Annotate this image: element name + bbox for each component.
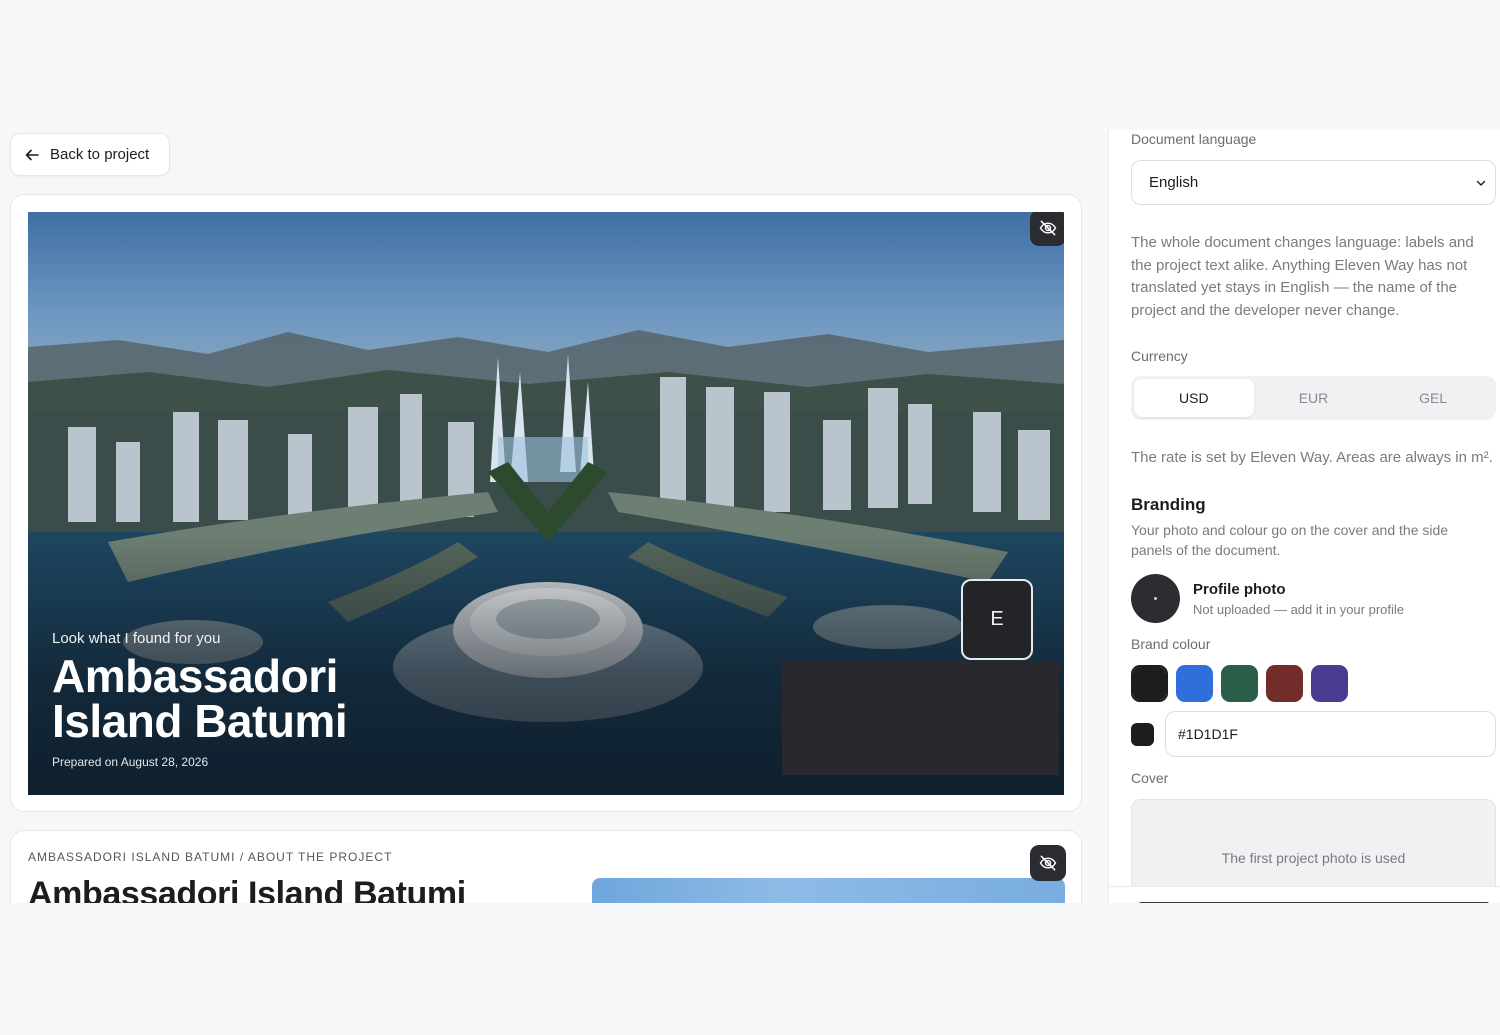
eye-off-icon — [1039, 220, 1057, 236]
currency-label: Currency — [1131, 348, 1188, 364]
colour-swatch-purple[interactable] — [1311, 665, 1348, 702]
document-language-value: English — [1149, 174, 1199, 191]
back-to-project-label: Back to project — [50, 146, 150, 163]
cover-date: Prepared on August 28, 2026 — [52, 755, 209, 769]
cover-kicker: Look what I found for you — [52, 630, 221, 647]
branding-help: Your photo and colour go on the cover an… — [1131, 522, 1449, 558]
custom-colour-preview[interactable] — [1131, 723, 1154, 746]
cover-label: Cover — [1131, 770, 1169, 786]
chevron-down-icon — [1476, 180, 1486, 186]
hide-cover-button[interactable] — [1030, 212, 1064, 246]
about-photo — [592, 878, 1065, 903]
eye-off-icon — [1039, 855, 1057, 871]
colour-swatch-green[interactable] — [1221, 665, 1258, 702]
brand-side-panel — [782, 661, 1059, 775]
colour-swatch-blue[interactable] — [1176, 665, 1213, 702]
viewport: Back to project Look what I found for yo… — [0, 0, 1500, 903]
about-title: Ambassadori Island Batumi — [28, 875, 466, 903]
document-language-label: Document language — [1131, 131, 1257, 147]
profile-photo-title: Profile photo — [1193, 581, 1286, 598]
save-button-edge[interactable] — [1139, 902, 1489, 903]
document-language-select[interactable]: English — [1131, 160, 1496, 205]
settings-panel: Document language English The whole docu… — [1108, 130, 1500, 903]
colour-swatch-red[interactable] — [1266, 665, 1303, 702]
brand-badge: E — [961, 579, 1033, 660]
arrow-left-icon — [25, 149, 39, 160]
colour-swatch-black[interactable] — [1131, 665, 1168, 702]
hide-about-button[interactable] — [1030, 845, 1066, 881]
about-section-card: AMBASSADORI ISLAND BATUMI / ABOUT THE PR… — [10, 830, 1082, 903]
hex-colour-input[interactable]: #1D1D1F — [1165, 711, 1496, 757]
currency-option-usd[interactable]: USD — [1134, 379, 1254, 417]
currency-option-eur[interactable]: EUR — [1254, 379, 1374, 417]
document-language-help: The whole document changes language: lab… — [1131, 234, 1474, 319]
cover-title: Ambassadori Island Batumi — [52, 650, 348, 747]
breadcrumb: AMBASSADORI ISLAND BATUMI / ABOUT THE PR… — [28, 850, 393, 864]
currency-segmented-control: USD EUR GEL — [1131, 376, 1496, 420]
profile-photo-status: Not uploaded — add it in your profile — [1193, 602, 1405, 617]
cover-photo: Look what I found for you Ambassadori Is… — [28, 212, 1064, 795]
brand-colour-label: Brand colour — [1131, 636, 1211, 652]
currency-help: The rate is set by Eleven Way. Areas are… — [1131, 449, 1493, 466]
branding-heading: Branding — [1131, 495, 1206, 514]
avatar — [1131, 574, 1180, 623]
panel-footer — [1109, 886, 1500, 903]
cover-section-card: Look what I found for you Ambassadori Is… — [10, 194, 1082, 812]
back-to-project-button[interactable]: Back to project — [10, 133, 170, 176]
brand-colour-swatches — [1131, 665, 1348, 702]
currency-option-gel[interactable]: GEL — [1373, 379, 1493, 417]
